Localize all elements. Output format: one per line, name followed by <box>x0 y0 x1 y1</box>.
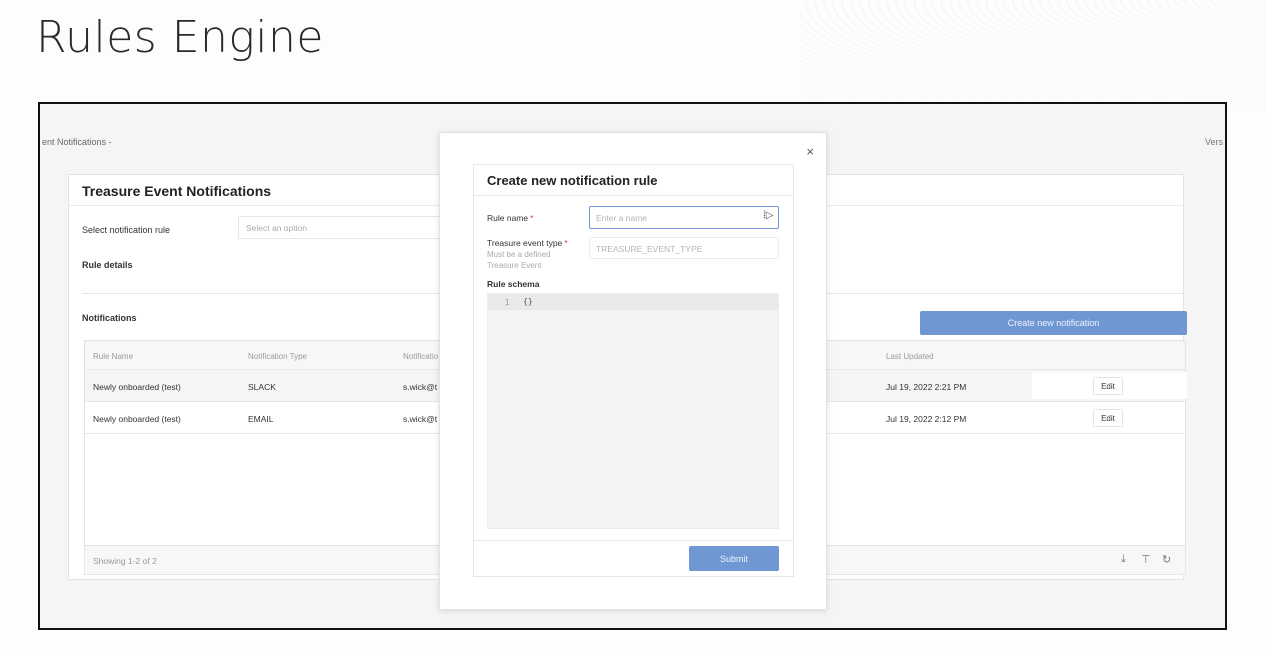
cell-notification-target: s.wick@t <box>403 414 438 424</box>
download-icon[interactable]: ⤓ <box>1121 553 1126 566</box>
column-header-rule-name[interactable]: Rule Name <box>93 352 133 361</box>
rule-name-label: Rule name * <box>487 213 533 223</box>
cell-notification-type: EMAIL <box>248 414 274 424</box>
edit-button[interactable]: Edit <box>1093 377 1123 395</box>
modal-title: Create new notification rule <box>487 173 658 188</box>
background-texture <box>800 0 1266 110</box>
cell-notification-type: SLACK <box>248 382 276 392</box>
create-rule-modal: × Create new notification rule Rule name… <box>439 132 827 610</box>
refresh-icon[interactable]: ↻ <box>1162 553 1171 566</box>
modal-divider <box>474 195 793 196</box>
column-header-notification-target[interactable]: Notificatio <box>403 352 438 361</box>
line-number: 1 <box>505 298 510 307</box>
column-header-last-updated[interactable]: Last Updated <box>886 352 934 361</box>
pagination-summary: Showing 1-2 of 2 <box>93 556 157 566</box>
create-rule-form: Create new notification rule Rule name * … <box>473 164 794 577</box>
required-mark: * <box>530 213 534 223</box>
rule-schema-editor[interactable]: 1 {} <box>487 293 779 529</box>
notifications-label: Notifications <box>82 313 137 323</box>
modal-footer-divider <box>474 540 793 541</box>
required-mark: * <box>564 238 568 248</box>
submit-button[interactable]: Submit <box>689 546 779 571</box>
rule-details-label: Rule details <box>82 260 133 270</box>
editor-active-line: 1 {} <box>488 294 778 310</box>
cell-last-updated: Jul 19, 2022 2:12 PM <box>886 414 967 424</box>
cell-last-updated: Jul 19, 2022 2:21 PM <box>886 382 967 392</box>
create-notification-button[interactable]: Create new notification <box>920 311 1187 335</box>
event-type-label-text: Treasure event type <box>487 238 563 248</box>
code-text: {} <box>523 297 533 306</box>
event-type-label: Treasure event type * <box>487 238 568 248</box>
breadcrumb[interactable]: ent Notifications - <box>42 137 112 147</box>
edit-button[interactable]: Edit <box>1093 409 1123 427</box>
event-type-field[interactable]: TREASURE_EVENT_TYPE <box>589 237 779 259</box>
text-cursor-icon: ⁞▷ <box>763 210 774 221</box>
event-type-hint: Must be a defined Treasure Event <box>487 250 551 270</box>
select-rule-label: Select notification rule <box>82 225 171 235</box>
presentation-slide: Rules Engine ent Notifications - Vers Tr… <box>0 0 1266 650</box>
cell-notification-target: s.wick@t <box>403 382 438 392</box>
close-icon[interactable]: × <box>806 144 814 159</box>
screenshot-frame: ent Notifications - Vers Treasure Event … <box>38 102 1227 630</box>
column-header-notification-type[interactable]: Notification Type <box>248 352 307 361</box>
rule-name-label-text: Rule name <box>487 213 529 223</box>
slide-title: Rules Engine <box>36 12 324 63</box>
rule-name-input[interactable] <box>589 206 779 229</box>
version-text: Vers <box>1204 137 1223 147</box>
cell-rule-name: Newly onboarded (test) <box>93 414 181 424</box>
rule-schema-label: Rule schema <box>487 279 540 289</box>
cell-rule-name: Newly onboarded (test) <box>93 382 181 392</box>
filter-icon[interactable]: ⊤ <box>1141 553 1151 566</box>
row-actions: Edit <box>1032 372 1187 399</box>
page-title: Treasure Event Notifications <box>82 183 272 199</box>
